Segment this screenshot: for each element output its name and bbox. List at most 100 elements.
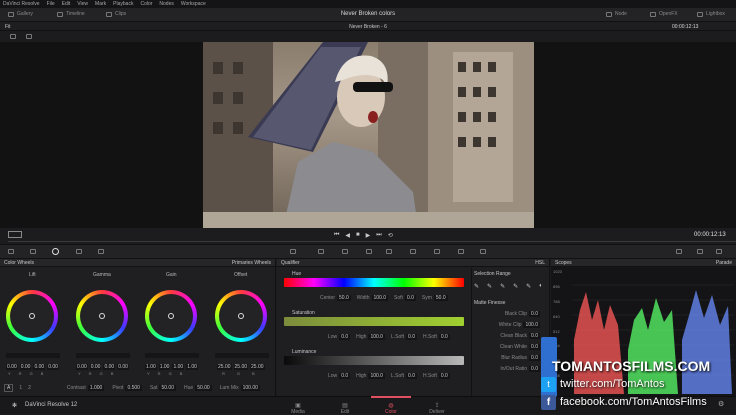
skip-back-icon[interactable]: ⏮: [334, 232, 339, 239]
keyframes-icon[interactable]: [480, 249, 486, 254]
sizing-icon[interactable]: [434, 249, 440, 254]
gain-b[interactable]: 1.00: [186, 364, 198, 370]
menu-workspace[interactable]: Workspace: [181, 1, 206, 7]
menu-edit[interactable]: Edit: [62, 1, 71, 7]
clean-black-field[interactable]: 0.0: [529, 333, 540, 339]
clean-white-field[interactable]: 0.0: [529, 344, 540, 350]
picker-minus-icon[interactable]: ✎: [487, 283, 492, 290]
sat-lsoft-field[interactable]: 0.0: [406, 334, 417, 340]
color-wheels-icon[interactable]: [52, 248, 59, 255]
lum-high-field[interactable]: 100.0: [368, 373, 385, 379]
page-color[interactable]: ◍ Color: [376, 402, 406, 415]
node-button[interactable]: Node: [606, 11, 627, 17]
lift-y[interactable]: 0.00: [6, 364, 18, 370]
clip-name[interactable]: Never Broken - 6: [0, 24, 736, 30]
page-media[interactable]: ▣ Media: [283, 402, 313, 415]
sat-low-field[interactable]: 0.0: [339, 334, 351, 340]
video-frame[interactable]: [203, 42, 534, 228]
curves-icon[interactable]: [290, 249, 296, 254]
contrast-field[interactable]: 1.000: [87, 385, 105, 391]
hue-field[interactable]: 50.00: [195, 385, 212, 391]
invert-icon[interactable]: ◐: [539, 283, 543, 290]
settings-gear-icon[interactable]: ⚙: [718, 400, 724, 408]
lum-mix-field[interactable]: 100.00: [240, 385, 260, 391]
white-clip-field[interactable]: 100.0: [523, 322, 540, 328]
key-icon[interactable]: [410, 249, 416, 254]
info-icon[interactable]: [716, 249, 722, 254]
softness-plus-icon[interactable]: ✎: [526, 283, 531, 290]
pivot-field[interactable]: 0.500: [125, 385, 142, 391]
gain-g[interactable]: 1.00: [172, 364, 185, 370]
menu-mark[interactable]: Mark: [95, 1, 106, 7]
window-icon[interactable]: [342, 249, 348, 254]
center-field[interactable]: 50.0: [337, 295, 351, 301]
wipe-icon[interactable]: [26, 34, 32, 39]
gamma-wheel[interactable]: [76, 290, 128, 342]
menu-playback[interactable]: Playback: [113, 1, 133, 7]
rgb-mixer-icon[interactable]: [76, 249, 82, 254]
sat-field[interactable]: 50.00: [159, 385, 176, 391]
gain-wheel[interactable]: [145, 290, 197, 342]
black-clip-field[interactable]: 0.0: [529, 311, 540, 317]
soft-field[interactable]: 0.0: [404, 295, 416, 301]
gamma-wheel-handle[interactable]: [99, 313, 105, 319]
scopes-toggle-icon[interactable]: [676, 249, 682, 254]
color-match-icon[interactable]: [30, 249, 36, 254]
gamma-g[interactable]: 0.00: [103, 364, 116, 370]
wheels-mode-select[interactable]: Primaries Wheels: [232, 260, 271, 266]
menu-color[interactable]: Color: [140, 1, 152, 7]
picker-plus-icon[interactable]: ✎: [500, 283, 505, 290]
page-deliver[interactable]: ⇪ Deliver: [422, 402, 452, 415]
blur-radius-field[interactable]: 0.0: [529, 355, 540, 361]
auto-balance-button[interactable]: A: [4, 384, 14, 392]
page-1-button[interactable]: 1: [19, 385, 22, 391]
gain-y[interactable]: 1.00: [145, 364, 157, 370]
gamma-master-slider[interactable]: [76, 353, 130, 358]
camera-raw-icon[interactable]: [8, 249, 14, 254]
sat-high-field[interactable]: 100.0: [368, 334, 385, 340]
lift-wheel[interactable]: [6, 290, 58, 342]
offset-b[interactable]: 25.00: [250, 364, 265, 370]
gamma-b[interactable]: 0.00: [117, 364, 129, 370]
menu-file[interactable]: File: [47, 1, 55, 7]
hue-bar[interactable]: [284, 278, 464, 287]
page-2-button[interactable]: 2: [28, 385, 31, 391]
split-view-icon[interactable]: [10, 34, 16, 39]
sym-field[interactable]: 50.0: [433, 295, 448, 301]
page-edit[interactable]: ▤ Edit: [330, 402, 360, 415]
blur-icon[interactable]: [386, 249, 392, 254]
gamma-y[interactable]: 0.00: [76, 364, 88, 370]
lift-master-slider[interactable]: [6, 353, 60, 358]
qualifier-mode-select[interactable]: HSL: [535, 260, 545, 266]
gamma-r[interactable]: 0.00: [89, 364, 102, 370]
lift-r[interactable]: 0.00: [19, 364, 32, 370]
loop-icon[interactable]: ⟲: [388, 232, 393, 239]
in-out-ratio-field[interactable]: 0.0: [529, 366, 540, 372]
gain-wheel-handle[interactable]: [168, 313, 174, 319]
scopes-mode-select[interactable]: Parade: [716, 260, 732, 266]
3d-icon[interactable]: [458, 249, 464, 254]
qualifier-icon[interactable]: [318, 249, 324, 254]
saturation-bar[interactable]: [284, 317, 464, 326]
menu-app[interactable]: DaVinci Resolve: [3, 1, 40, 7]
luminance-bar[interactable]: [284, 356, 464, 365]
lift-wheel-handle[interactable]: [29, 313, 35, 319]
histogram-icon[interactable]: [697, 249, 703, 254]
lightbox-button[interactable]: Lightbox: [697, 11, 725, 17]
menu-nodes[interactable]: Nodes: [159, 1, 173, 7]
sat-hsoft-field[interactable]: 0.0: [438, 334, 450, 340]
width-field[interactable]: 100.0: [371, 295, 389, 301]
pen-tool-icon[interactable]: [8, 231, 22, 238]
offset-master-slider[interactable]: [215, 353, 269, 358]
offset-g[interactable]: 25.00: [233, 364, 249, 370]
tracker-icon[interactable]: [366, 249, 372, 254]
gain-master-slider[interactable]: [145, 353, 199, 358]
lum-hsoft-field[interactable]: 0.0: [438, 373, 450, 379]
gain-r[interactable]: 1.00: [158, 364, 171, 370]
picker-icon[interactable]: ✎: [474, 283, 479, 290]
skip-forward-icon[interactable]: ⏭: [376, 232, 381, 239]
offset-wheel[interactable]: [215, 290, 267, 342]
play-icon[interactable]: ▶: [366, 232, 371, 239]
motion-effects-icon[interactable]: [98, 249, 104, 254]
lum-low-field[interactable]: 0.0: [339, 373, 351, 379]
